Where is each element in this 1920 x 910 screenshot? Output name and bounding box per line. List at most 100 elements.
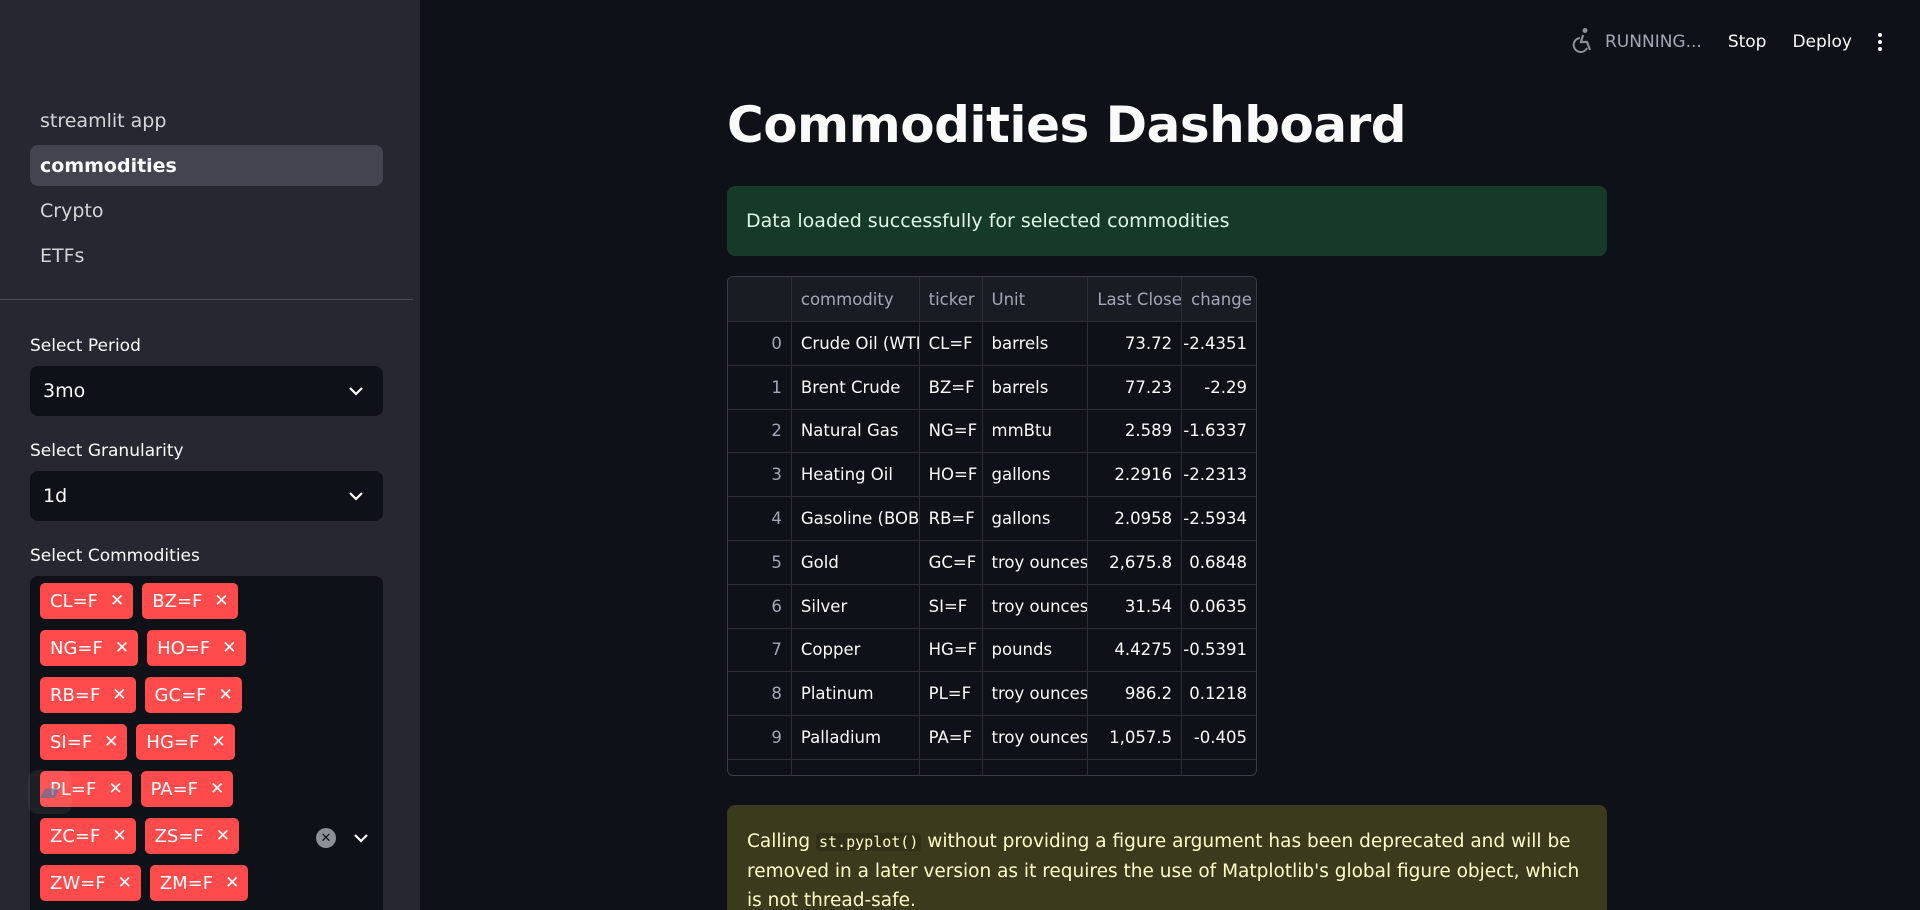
table-cell[interactable]: PL=F	[920, 672, 983, 716]
table-cell[interactable]: 31.54	[1088, 584, 1183, 628]
table-row[interactable]: 7 Copper HG=F pounds 4.4275 -0.5391	[728, 628, 1256, 673]
table-cell[interactable]: -0.5391	[1182, 629, 1256, 672]
table-cell[interactable]: GC=F	[920, 540, 983, 584]
table-cell[interactable]: Palladium	[792, 716, 920, 759]
table-cell[interactable]: pounds	[983, 628, 1089, 672]
tag-hg[interactable]: HG=F ✕	[136, 724, 235, 760]
table-cell[interactable]: gallons	[983, 497, 1089, 540]
table-cell[interactable]: 8	[728, 672, 792, 716]
table-cell[interactable]: 3	[728, 453, 792, 497]
column-header-change[interactable]: change	[1182, 277, 1256, 321]
table-cell[interactable]: -2.2313	[1182, 453, 1256, 496]
chevron-down-icon[interactable]	[350, 827, 372, 849]
table-cell[interactable]: troy ounces	[983, 716, 1089, 759]
close-icon[interactable]: ✕	[118, 873, 132, 893]
table-cell[interactable]: 2.589	[1088, 409, 1183, 453]
table-cell[interactable]: barrels	[983, 322, 1089, 365]
period-select[interactable]: 3mo	[30, 366, 383, 416]
tag-bz[interactable]: BZ=F ✕	[142, 583, 238, 619]
tag-zc[interactable]: ZC=F ✕	[40, 818, 136, 854]
table-cell[interactable]	[983, 759, 1089, 775]
close-icon[interactable]: ✕	[211, 732, 225, 752]
table-row[interactable]: 1 Brent Crude BZ=F barrels 77.23 -2.29	[728, 365, 1256, 410]
tag-zm[interactable]: ZM=F ✕	[149, 865, 249, 901]
column-header-unit[interactable]: Unit	[983, 277, 1089, 321]
table-row[interactable]: 4 Gasoline (BOB) RB=F gallons 2.0958 -2.5934	[728, 497, 1256, 541]
table-cell[interactable]: HO=F	[920, 453, 983, 497]
table-cell[interactable]: 0.0635	[1182, 585, 1256, 628]
table-cell[interactable]: 2,675.8	[1088, 540, 1183, 584]
nav-item-crypto[interactable]: Crypto	[30, 190, 383, 231]
tag-rb[interactable]: RB=F ✕	[40, 677, 136, 713]
table-row[interactable]: 0 Crude Oil (WTI) CL=F barrels 73.72 -2.4351	[728, 322, 1256, 366]
table-row[interactable]	[728, 759, 1256, 775]
deploy-button[interactable]: Deploy	[1792, 32, 1852, 52]
table-cell[interactable]: 1	[728, 365, 792, 409]
table-cell[interactable]: barrels	[983, 365, 1089, 409]
table-cell[interactable]: 77.23	[1088, 365, 1183, 409]
table-cell[interactable]: -1.6337	[1182, 410, 1256, 453]
table-cell[interactable]: Gasoline (BOB)	[792, 497, 920, 540]
table-cell[interactable]: NG=F	[920, 409, 983, 453]
table-row[interactable]: 5 Gold GC=F troy ounces 2,675.8 0.6848	[728, 540, 1256, 585]
table-row[interactable]: 2 Natural Gas NG=F mmBtu 2.589 -1.6337	[728, 409, 1256, 454]
table-cell[interactable]: mmBtu	[983, 409, 1089, 453]
tag-zs[interactable]: ZS=F ✕	[144, 818, 240, 854]
table-cell[interactable]	[728, 759, 792, 775]
close-icon[interactable]: ✕	[225, 873, 239, 893]
close-icon[interactable]: ✕	[222, 638, 236, 658]
nav-item-etfs[interactable]: ETFs	[30, 235, 383, 276]
table-cell[interactable]	[792, 759, 920, 775]
commodities-multiselect[interactable]: CL=F ✕ BZ=F ✕ NG=F ✕ HO=F ✕ RB=F ✕ GC=F ✕ SI=F…	[30, 576, 383, 910]
table-cell[interactable]	[1182, 760, 1256, 775]
table-cell[interactable]: -0.405	[1182, 716, 1256, 759]
table-cell[interactable]: 4.4275	[1088, 628, 1183, 672]
table-cell[interactable]: SI=F	[920, 584, 983, 628]
table-cell[interactable]: 4	[728, 497, 792, 540]
tag-cl[interactable]: CL=F ✕	[40, 583, 134, 619]
table-cell[interactable]: Crude Oil (WTI)	[792, 322, 920, 365]
table-cell[interactable]: 0.6848	[1182, 541, 1256, 584]
table-cell[interactable]: gallons	[983, 453, 1089, 497]
close-icon[interactable]: ✕	[112, 685, 126, 705]
close-icon[interactable]: ✕	[210, 779, 224, 799]
commodities-table[interactable]: commodity ticker Unit Last Close change …	[727, 276, 1257, 776]
table-cell[interactable]: RB=F	[920, 497, 983, 540]
nav-item-commodities[interactable]: commodities	[30, 145, 383, 186]
table-cell[interactable]	[1088, 759, 1183, 775]
table-row[interactable]: 6 Silver SI=F troy ounces 31.54 0.0635	[728, 584, 1256, 629]
nav-item-streamlit-app[interactable]: streamlit app	[30, 100, 383, 141]
close-icon[interactable]: ✕	[214, 591, 228, 611]
table-cell[interactable]: 0.1218	[1182, 672, 1256, 715]
main-menu-icon[interactable]	[1878, 33, 1882, 51]
table-cell[interactable]: Heating Oil	[792, 453, 920, 497]
table-cell[interactable]: Platinum	[792, 672, 920, 716]
close-icon[interactable]: ✕	[216, 826, 230, 846]
table-cell[interactable]: Natural Gas	[792, 409, 920, 453]
table-cell[interactable]: 2	[728, 409, 792, 453]
close-icon[interactable]: ✕	[112, 826, 126, 846]
table-row[interactable]: 3 Heating Oil HO=F gallons 2.2916 -2.2313	[728, 453, 1256, 498]
granularity-select[interactable]: 1d	[30, 471, 383, 521]
close-icon[interactable]: ✕	[104, 732, 118, 752]
table-cell[interactable]: -2.29	[1182, 366, 1256, 409]
close-icon[interactable]: ✕	[110, 591, 124, 611]
table-cell[interactable]: Brent Crude	[792, 365, 920, 409]
tag-ng[interactable]: NG=F ✕	[40, 630, 139, 666]
table-cell[interactable]	[920, 759, 983, 775]
tag-ho[interactable]: HO=F ✕	[147, 630, 246, 666]
table-cell[interactable]: troy ounces	[983, 584, 1089, 628]
tag-zw[interactable]: ZW=F ✕	[40, 865, 141, 901]
table-cell[interactable]: 5	[728, 540, 792, 584]
table-cell[interactable]: -2.4351	[1182, 322, 1256, 365]
table-row[interactable]: 8 Platinum PL=F troy ounces 986.2 0.1218	[728, 672, 1256, 717]
column-header-commodity[interactable]: commodity	[792, 277, 920, 321]
table-row[interactable]: 9 Palladium PA=F troy ounces 1,057.5 -0.405	[728, 716, 1256, 760]
table-cell[interactable]: 73.72	[1088, 322, 1183, 365]
table-cell[interactable]: 2.2916	[1088, 453, 1183, 497]
close-icon[interactable]: ✕	[115, 638, 129, 658]
column-header-last-close[interactable]: Last Close	[1088, 277, 1183, 321]
table-cell[interactable]: 2.0958	[1088, 497, 1183, 540]
table-cell[interactable]: 9	[728, 716, 792, 759]
table-cell[interactable]: 0	[728, 322, 792, 365]
